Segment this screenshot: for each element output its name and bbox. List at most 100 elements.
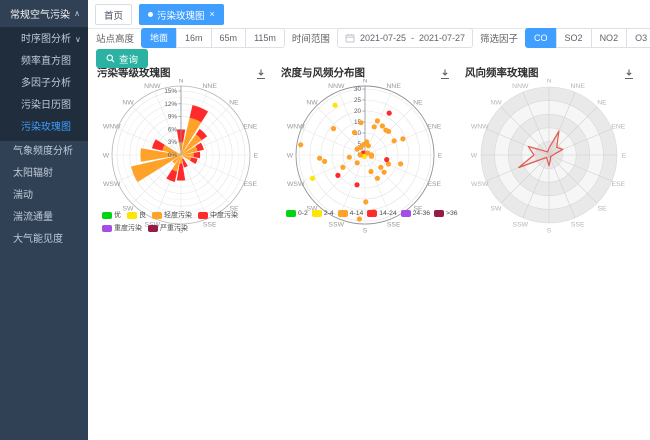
legend-item[interactable]: 严重污染 [148,223,188,233]
sidebar: 常规空气污染 ∧ 时序图分析 ∨ 频率直方图 多因子分析 污染日历图 污染玫瑰图… [0,0,88,440]
svg-text:NW: NW [306,99,318,106]
svg-text:NNE: NNE [387,83,402,90]
legend-item[interactable]: 2-4 [312,210,334,217]
query-button-label: 查询 [119,52,138,66]
sidebar-item-multifactor[interactable]: 多因子分析 [0,73,88,95]
sidebar-item-label: 湍流通量 [13,212,53,223]
date-end[interactable]: 2021-07-27 [419,33,465,43]
legend-label: 优 [114,210,121,220]
sidebar-item-visibility[interactable]: 大气能见度 [0,229,88,251]
legend-item[interactable]: 14-24 [367,210,396,217]
calendar-icon [345,33,355,43]
sidebar-item-label: 污染玫瑰图 [21,117,71,139]
download-icon[interactable] [623,67,635,79]
svg-text:0%: 0% [168,152,178,159]
svg-text:ENE: ENE [427,124,441,131]
svg-text:N: N [179,79,184,84]
sidebar-item-label: 太阳辐射 [13,168,53,179]
sidebar-item-turbulent-flux[interactable]: 湍流通量 [0,207,88,229]
svg-text:ENE: ENE [243,124,257,131]
factor-option-o3[interactable]: O3 [626,28,650,48]
pollution-level-rose-card: 污染等级玫瑰图 0%3%6%9%12%15%NNNENEENEEESESESSE… [90,66,272,240]
svg-text:WSW: WSW [471,181,489,188]
factor-option-co[interactable]: CO [525,28,557,48]
legend-item[interactable]: 中度污染 [198,210,238,220]
legend-label: >36 [446,210,458,217]
legend-label: 24-36 [413,210,430,217]
sidebar-item-label: 多因子分析 [21,73,71,95]
sidebar-item-timeseries[interactable]: 时序图分析 ∨ [0,29,88,51]
legend-label: 轻度污染 [164,210,192,220]
tab-home[interactable]: 首页 [95,4,132,25]
height-option-115m[interactable]: 115m [245,28,285,48]
sidebar-item-calendar[interactable]: 污染日历图 [0,95,88,117]
chart-title: 浓度与风频分布图 [281,65,365,80]
pollution-rose-legend: 优 良 轻度污染 中度污染重度污染 严重污染 [102,210,278,233]
filter-toolbar: 站点高度 地面 16m 65m 115m 时间范围 2021-07-25 - 2… [96,27,650,49]
concentration-scatter-card: 浓度与风频分布图 051015202530NNNENEENEEESESESSES… [274,66,456,240]
chevron-down-icon: ∨ [75,29,81,51]
svg-text:ENE: ENE [611,124,625,131]
charts-row: 污染等级玫瑰图 0%3%6%9%12%15%NNNENEENEEESESESSE… [90,66,642,240]
svg-text:NW: NW [122,99,134,106]
svg-text:N: N [363,79,368,84]
sidebar-item-solar-radiation[interactable]: 太阳辐射 [0,163,88,185]
svg-text:SW: SW [491,205,503,212]
height-option-16m[interactable]: 16m [176,28,212,48]
range-label: 时间范围 [292,31,330,45]
date-range-picker[interactable]: 2021-07-25 - 2021-07-27 [337,28,473,48]
date-start[interactable]: 2021-07-25 [360,33,406,43]
svg-text:ESE: ESE [611,181,625,188]
close-icon[interactable]: × [210,10,215,19]
sidebar-item-label: 湍动 [13,190,33,201]
sidebar-root-item[interactable]: 常规空气污染 ∧ [0,0,88,27]
legend-item[interactable]: 0-2 [286,210,308,217]
sidebar-item-meteo-frequency[interactable]: 气象频度分析 [0,141,88,163]
svg-text:E: E [254,152,259,159]
height-option-ground[interactable]: 地面 [141,28,177,48]
download-icon[interactable] [255,67,267,79]
svg-text:6%: 6% [168,126,178,133]
sidebar-item-turbulence[interactable]: 湍动 [0,185,88,207]
tab-bar: 首页 污染玫瑰图 × [88,0,650,29]
sidebar-item-label: 时序图分析 [21,29,71,51]
chevron-up-icon: ∧ [74,9,80,18]
svg-text:SSE: SSE [571,222,585,229]
sidebar-item-pollution-rose[interactable]: 污染玫瑰图 [0,117,88,139]
svg-text:W: W [471,152,478,159]
download-icon[interactable] [439,67,451,79]
factor-option-no2[interactable]: NO2 [591,28,628,48]
svg-text:NE: NE [413,99,423,106]
wind-frequency-radar-chart: NNNENEENEEESESESSESSSWSWWSWWWNWNWNNW [458,79,640,237]
legend-label: 0-2 [298,210,308,217]
sidebar-submenu: 时序图分析 ∨ 频率直方图 多因子分析 污染日历图 污染玫瑰图 [0,27,88,141]
svg-text:ESE: ESE [427,181,441,188]
legend-label: 良 [139,210,146,220]
query-button[interactable]: 查询 [96,49,148,68]
wind-frequency-rose-card: 风向频率玫瑰图 NNNENEENEEESESESSESSSWSWWSWWWNWN… [458,66,640,240]
svg-text:SSW: SSW [329,222,345,229]
tab-pollution-rose[interactable]: 污染玫瑰图 × [139,4,224,25]
svg-text:SE: SE [597,205,607,212]
legend-item[interactable]: 24-36 [401,210,430,217]
svg-text:WNW: WNW [471,124,489,131]
legend-item[interactable]: 重度污染 [102,223,142,233]
legend-item[interactable]: 轻度污染 [152,210,192,220]
svg-text:NE: NE [229,99,239,106]
legend-label: 中度污染 [210,210,238,220]
svg-text:NNW: NNW [328,83,345,90]
legend-item[interactable]: 优 [102,210,121,220]
sidebar-item-histogram[interactable]: 频率直方图 [0,51,88,73]
svg-text:30: 30 [354,86,362,93]
legend-item[interactable]: 4-14 [338,210,364,217]
tab-label: 首页 [104,8,123,22]
active-dot-icon [148,12,153,17]
height-option-65m[interactable]: 65m [211,28,247,48]
legend-item[interactable]: 良 [127,210,146,220]
legend-label: 2-4 [324,210,334,217]
legend-label: 严重污染 [160,223,188,233]
factor-segmented-control: CO SO2 NO2 O3 PM2.5 PM10 [525,28,650,48]
search-icon [106,54,115,63]
factor-option-so2[interactable]: SO2 [556,28,592,48]
legend-item[interactable]: >36 [434,210,458,217]
